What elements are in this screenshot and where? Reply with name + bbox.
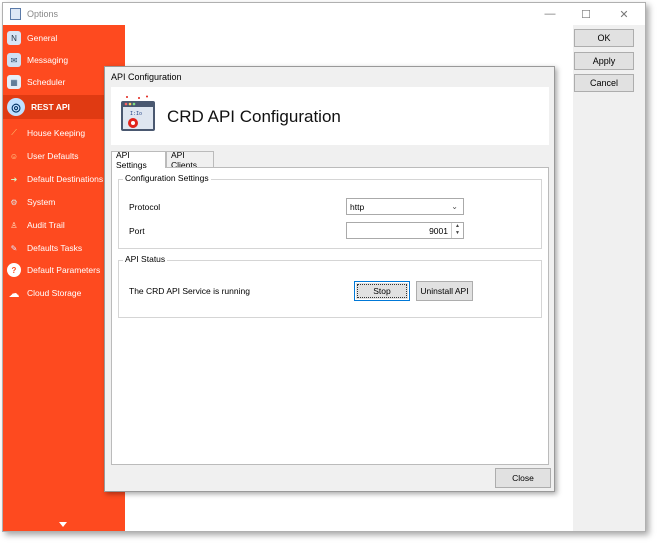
- dialog-heading: CRD API Configuration: [167, 107, 341, 126]
- title-bar: Options — ☐ ✕: [3, 3, 645, 25]
- api-status-group: API Status The CRD API Service is runnin…: [118, 254, 542, 318]
- general-icon: N: [7, 31, 21, 45]
- action-panel: OK Apply Cancel: [573, 25, 645, 531]
- group-label: Configuration Settings: [123, 173, 211, 183]
- stop-button[interactable]: Stop: [354, 281, 410, 301]
- dialog-title: API Configuration: [111, 72, 182, 82]
- destinations-icon: ➜: [10, 174, 18, 184]
- sidebar-item-label: Audit Trail: [27, 220, 65, 230]
- protocol-value: http: [350, 201, 365, 212]
- system-icon: ⚙: [10, 197, 18, 207]
- status-text: The CRD API Service is running: [129, 286, 250, 296]
- sidebar-item-label: Messaging: [27, 55, 69, 65]
- api-config-icon: I:Io: [121, 95, 155, 131]
- sidebar-item-label: Default Parameters: [27, 265, 101, 275]
- sidebar-item-label: User Defaults: [27, 151, 79, 161]
- wrench-icon: ✎: [10, 243, 18, 253]
- port-label: Port: [129, 226, 145, 236]
- configuration-settings-group: Configuration Settings Protocol http ⌄ P…: [118, 173, 542, 249]
- close-button[interactable]: Close: [495, 468, 551, 488]
- window-title: Options: [27, 9, 59, 19]
- help-icon: ?: [7, 263, 21, 277]
- apply-button[interactable]: Apply: [574, 52, 634, 70]
- dialog-footer: Close: [111, 467, 551, 489]
- spin-arrows-icon[interactable]: ▲ ▼: [451, 223, 463, 238]
- cloud-icon: ☁: [8, 287, 20, 300]
- close-window-button[interactable]: ✕: [607, 3, 641, 25]
- port-value: 9001: [429, 226, 448, 236]
- app-icon: [10, 8, 21, 20]
- svg-text:I:Io: I:Io: [130, 111, 142, 117]
- uninstall-api-button[interactable]: Uninstall API: [416, 281, 473, 301]
- protocol-label: Protocol: [129, 202, 161, 212]
- port-stepper[interactable]: 9001 ▲ ▼: [346, 222, 464, 239]
- group-label: API Status: [123, 254, 168, 264]
- chevron-down-icon: ⌄: [451, 202, 458, 211]
- globe-icon: ◎: [7, 98, 25, 116]
- audit-icon: ♙: [10, 220, 18, 230]
- maximize-button[interactable]: ☐: [569, 3, 603, 25]
- sidebar-item-label: REST API: [31, 102, 70, 112]
- ok-button[interactable]: OK: [574, 29, 634, 47]
- sidebar-item-label: Scheduler: [27, 77, 66, 87]
- scheduler-icon: ▦: [7, 75, 21, 89]
- sidebar-item-label: Cloud Storage: [27, 288, 82, 298]
- dialog-header: I:Io CRD API Configuration: [111, 87, 549, 145]
- broom-icon: ⟋: [11, 128, 17, 137]
- messaging-icon: ✉: [7, 53, 21, 67]
- sidebar-item-label: System: [27, 197, 56, 207]
- sidebar-item-label: General: [27, 33, 58, 43]
- users-icon: ☺: [9, 151, 19, 161]
- minimize-button[interactable]: —: [533, 3, 567, 25]
- sidebar-item-general[interactable]: N General: [3, 27, 125, 49]
- scroll-down-icon[interactable]: [59, 522, 67, 527]
- protocol-select[interactable]: http ⌄: [346, 198, 464, 215]
- api-configuration-dialog: API Configuration I:Io CRD API Configura…: [104, 66, 555, 492]
- api-settings-page: Configuration Settings Protocol http ⌄ P…: [111, 167, 549, 465]
- tab-api-clients[interactable]: API Clients: [166, 150, 214, 170]
- tab-api-settings[interactable]: API Settings: [111, 150, 166, 170]
- sidebar-item-label: Default Destinations: [27, 174, 104, 184]
- sidebar-item-label: Defaults Tasks: [27, 243, 83, 253]
- sidebar-item-label: House Keeping: [27, 128, 86, 138]
- cancel-button[interactable]: Cancel: [574, 74, 634, 92]
